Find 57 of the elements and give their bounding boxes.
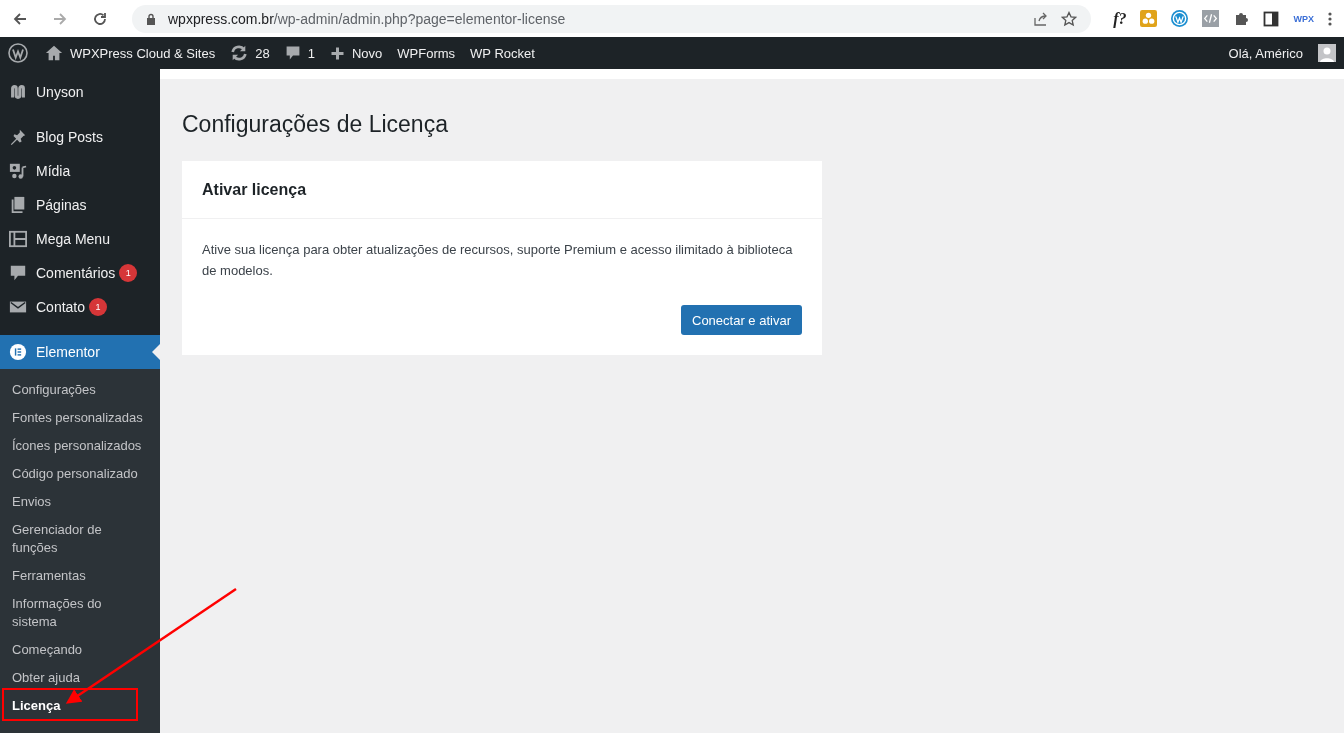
wpx-extension-label[interactable]: WPX — [1293, 13, 1314, 24]
code-icon[interactable] — [1202, 10, 1220, 27]
submenu-item[interactable]: Gerenciador de funções — [0, 516, 160, 562]
card-description: Ative sua licença para obter atualizações de recursos, suporte Premium e acesso ilimitado à biblioteca de modelos. — [202, 241, 794, 280]
unyson-logo-icon — [9, 83, 27, 101]
admin-bar-link[interactable]: WPXPress Cloud & Sites — [45, 44, 216, 62]
more-icon[interactable] — [1328, 10, 1332, 27]
menu-item[interactable]: Unyson — [0, 75, 160, 109]
speech-bubble-icon — [9, 264, 27, 282]
back-icon[interactable] — [12, 10, 28, 27]
submenu-item[interactable]: Licença — [0, 692, 160, 720]
menu-item[interactable]: Comentários 1 — [0, 256, 160, 290]
admin-bar-link[interactable]: WPForms — [397, 45, 456, 61]
menu-item[interactable]: Mídia — [0, 154, 160, 188]
count-badge: 1 — [89, 298, 108, 316]
wordpress-icon[interactable] — [1171, 10, 1189, 27]
side-panel-icon[interactable] — [1263, 10, 1280, 27]
star-icon[interactable] — [1061, 10, 1078, 27]
menu-item[interactable]: Elementor — [0, 335, 160, 369]
connect-button[interactable]: Conectar e ativar — [681, 305, 802, 335]
home-icon — [45, 44, 63, 62]
menu-item[interactable]: Mega Menu — [0, 222, 160, 256]
submenu-item[interactable]: Configurações — [0, 376, 160, 404]
pushpin-icon — [9, 128, 27, 146]
submenu-item[interactable]: Fontes personalizadas — [0, 404, 160, 432]
extension-label[interactable]: f? — [1113, 9, 1127, 28]
puzzle-icon[interactable] — [1233, 10, 1250, 27]
count-badge: 1 — [119, 264, 138, 282]
layout-icon — [9, 230, 27, 248]
elementor-logo-icon — [9, 343, 27, 361]
submenu-item[interactable]: Ícones personalizados — [0, 432, 160, 460]
user-greeting[interactable]: Olá, Américo — [1228, 45, 1303, 61]
submenu-item[interactable]: Informações do sistema — [0, 590, 160, 636]
url-text: wpxpress.com.br/wp-admin/admin.php?page=elementor-license — [168, 10, 566, 27]
admin-bar-link[interactable]: 28 — [230, 44, 270, 62]
refresh-icon — [230, 44, 249, 62]
submenu-item[interactable]: Código personalizado — [0, 460, 160, 488]
submenu-item[interactable]: Ferramentas — [0, 562, 160, 590]
menu-item[interactable]: Páginas — [0, 188, 160, 222]
lock-icon — [146, 12, 156, 25]
submenu-item[interactable]: Envios — [0, 488, 160, 516]
speech-bubble-icon — [284, 45, 301, 61]
submenu-item[interactable]: Obter ajuda — [0, 664, 160, 692]
pages-icon — [9, 196, 27, 214]
admin-bar-link[interactable]: 1 — [284, 45, 315, 61]
reload-icon[interactable] — [92, 10, 108, 27]
plus-icon — [329, 45, 345, 61]
admin-bar-link[interactable]: Novo — [329, 45, 383, 61]
address-bar[interactable]: wpxpress.com.br/wp-admin/admin.php?page=elementor-license — [132, 4, 1092, 33]
admin-bar-link[interactable]: WP Rocket — [470, 45, 535, 61]
page-title: Configurações de Licença — [182, 111, 449, 138]
media-icon — [9, 162, 27, 180]
wordpress-logo-icon[interactable] — [8, 43, 28, 63]
menu-item[interactable]: Contato 1 — [0, 290, 160, 324]
submenu-item[interactable]: Começando — [0, 636, 160, 664]
menu-item[interactable]: Blog Posts — [0, 120, 160, 154]
card-title: Ativar licença — [182, 161, 822, 219]
